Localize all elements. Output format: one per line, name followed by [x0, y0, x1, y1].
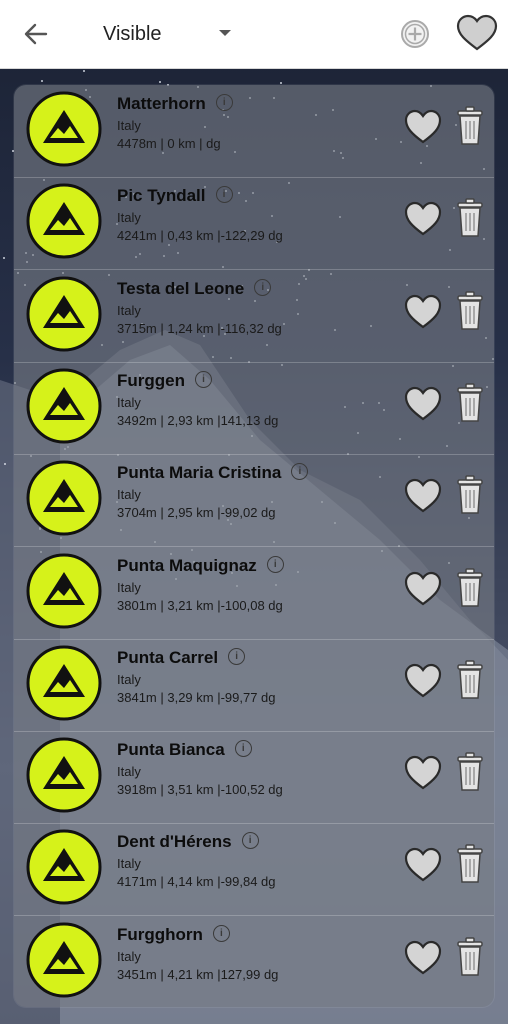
peak-details: 3451m | 4,21 km |127,99 dg	[117, 966, 279, 982]
peak-country: Italy	[117, 487, 141, 503]
info-icon[interactable]: i	[215, 186, 233, 204]
trash-icon[interactable]	[455, 290, 485, 332]
peak-details: 4241m | 0,43 km |-122,29 dg	[117, 228, 283, 244]
peak-country: Italy	[117, 118, 141, 133]
favorite-heart-icon[interactable]	[403, 477, 443, 515]
favorite-heart-icon[interactable]	[403, 570, 443, 608]
favorite-heart-icon[interactable]	[403, 200, 443, 238]
peak-list-item[interactable]: Matterhorn i Italy 4478m | 0 km | dg	[14, 85, 494, 178]
mountain-badge-icon	[26, 553, 102, 628]
peak-list-item[interactable]: Dent d'Hérens i Italy 4171m | 4,14 km |-99,…	[14, 823, 494, 917]
mountain-badge-icon	[26, 829, 102, 905]
trash-icon[interactable]	[455, 197, 485, 239]
peak-name: Pic Tyndall i	[117, 186, 233, 206]
peak-details: 4478m | 0 km | dg	[117, 136, 221, 151]
filter-dropdown-value[interactable]: Visible	[103, 23, 162, 46]
mountain-badge-icon	[26, 922, 102, 998]
peak-list-item[interactable]: Testa del Leone i Italy 3715m | 1,24 km |-1…	[14, 270, 494, 363]
info-icon[interactable]: i	[228, 647, 246, 665]
info-icon[interactable]: i	[212, 924, 230, 942]
plus-circle-icon	[401, 20, 429, 48]
favorite-heart-icon[interactable]	[403, 662, 443, 700]
peak-name: Furggen i	[117, 371, 212, 391]
trash-icon[interactable]	[455, 382, 485, 424]
mountain-badge-icon	[26, 183, 102, 259]
arrow-left-icon	[24, 23, 48, 45]
caret-down-icon	[219, 30, 231, 36]
peak-name: Punta Maquignaz i	[117, 556, 284, 576]
star	[159, 81, 161, 83]
info-icon[interactable]: i	[215, 94, 233, 112]
trash-icon[interactable]	[455, 567, 485, 609]
peak-details: 3715m | 1,24 km |-116,32 dg	[117, 320, 282, 336]
peak-country: Italy	[117, 764, 141, 780]
favorite-heart-icon[interactable]	[403, 754, 443, 792]
peak-country: Italy	[117, 579, 141, 595]
peak-country: Italy	[117, 302, 141, 318]
info-icon[interactable]: i	[291, 463, 309, 481]
trash-icon[interactable]	[455, 105, 485, 147]
peak-country: Italy	[117, 210, 141, 226]
peak-list-item[interactable]: Pic Tyndall i Italy 4241m | 0,43 km |-122,2…	[14, 177, 494, 271]
peak-name: Furgghorn i	[117, 925, 230, 945]
peak-name: Punta Bianca i	[117, 740, 252, 760]
trash-icon[interactable]	[455, 936, 485, 978]
favorite-heart-icon[interactable]	[403, 385, 443, 423]
star	[3, 257, 5, 259]
favorite-heart-icon[interactable]	[403, 939, 443, 977]
mountain-badge-icon	[26, 460, 102, 536]
peak-name: Matterhorn i	[117, 94, 233, 114]
peak-name: Punta Carrel i	[117, 647, 246, 668]
peak-list-item[interactable]: Punta Maria Cristina i Italy 3704m | 2,95 k…	[14, 454, 494, 548]
peak-details: 3918m | 3,51 km |-100,52 dg	[117, 782, 283, 798]
peak-details: 3801m | 3,21 km |-100,08 dg	[117, 597, 283, 613]
info-icon[interactable]: i	[195, 370, 212, 388]
trash-icon[interactable]	[455, 843, 485, 885]
favorites-button[interactable]	[455, 13, 499, 53]
peak-details: 3704m | 2,95 km |-99,02 dg	[117, 505, 276, 521]
star	[41, 80, 43, 82]
star	[280, 82, 282, 84]
info-icon[interactable]: i	[234, 740, 252, 758]
add-peak-button[interactable]	[399, 18, 431, 50]
peak-name: Dent d'Hérens i	[117, 832, 259, 852]
star	[83, 70, 85, 72]
mountain-badge-icon	[26, 645, 102, 721]
peak-country: Italy	[117, 394, 141, 410]
trash-icon[interactable]	[455, 474, 485, 516]
trash-icon[interactable]	[455, 751, 485, 793]
peak-details: 4171m | 4,14 km |-99,84 dg	[117, 874, 276, 890]
peak-name: Punta Maria Cristina i	[117, 463, 309, 483]
peak-country: Italy	[117, 671, 141, 687]
peak-list-item[interactable]: Punta Maquignaz i Italy 3801m | 3,21 km |-1…	[14, 547, 494, 640]
mountain-badge-icon	[26, 276, 102, 352]
peak-details: 3841m | 3,29 km |-99,77 dg	[117, 689, 276, 705]
peak-country: Italy	[117, 948, 141, 964]
heart-icon	[456, 14, 498, 51]
filter-dropdown-toggle[interactable]	[216, 24, 234, 42]
peak-list-item[interactable]: Punta Bianca i Italy 3918m | 3,51 km |-100,…	[14, 731, 494, 825]
peak-list-item[interactable]: Furgghorn i Italy 3451m | 4,21 km |127,99 d…	[14, 916, 494, 1007]
favorite-heart-icon[interactable]	[403, 108, 443, 146]
info-icon[interactable]: i	[241, 832, 259, 850]
back-button[interactable]	[22, 20, 50, 48]
peak-list-item[interactable]: Punta Carrel i Italy 3841m | 3,29 km |-99,7…	[14, 639, 494, 732]
favorite-heart-icon[interactable]	[403, 846, 443, 884]
info-icon[interactable]: i	[254, 278, 272, 296]
peak-list-item[interactable]: Furggen i Italy 3492m | 2,93 km |141,13 dg	[14, 362, 494, 455]
mountain-badge-icon	[26, 737, 102, 813]
favorite-heart-icon[interactable]	[403, 293, 443, 331]
star	[4, 463, 6, 465]
mountain-badge-icon	[26, 368, 102, 444]
peak-name: Testa del Leone i	[117, 278, 272, 299]
info-icon[interactable]: i	[266, 555, 284, 573]
peak-details: 3492m | 2,93 km |141,13 dg	[117, 412, 279, 428]
mountain-badge-icon	[26, 91, 102, 167]
peak-country: Italy	[117, 856, 141, 872]
top-app-bar: Visible	[0, 0, 508, 69]
peak-list: Matterhorn i Italy 4478m | 0 km | dg Pic Tyn…	[14, 85, 494, 1007]
trash-icon[interactable]	[455, 659, 485, 701]
